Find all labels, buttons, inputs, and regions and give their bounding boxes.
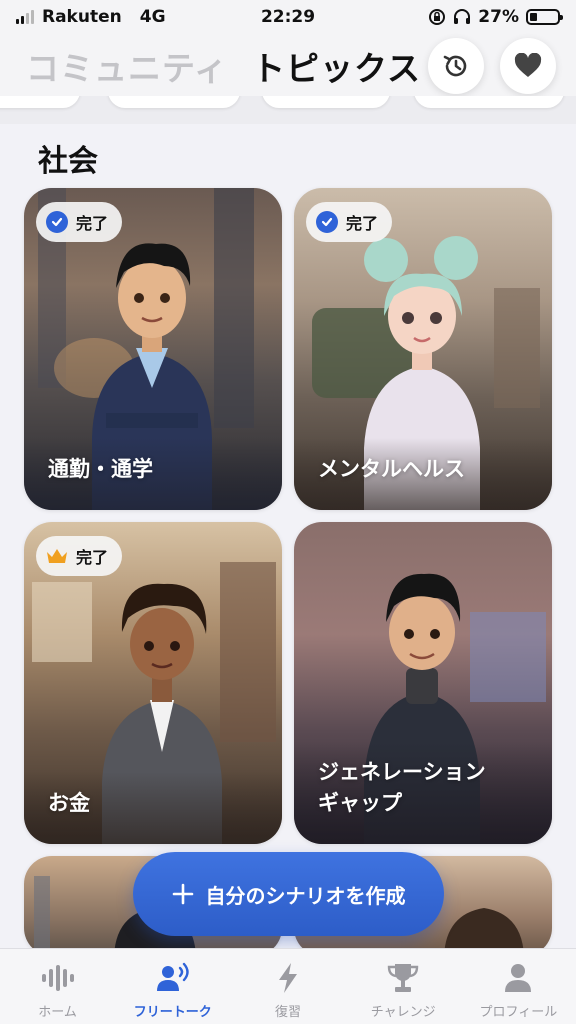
tab-label: ホーム xyxy=(38,1005,77,1020)
crown-icon xyxy=(47,549,67,563)
history-button[interactable] xyxy=(428,38,484,94)
card-label: お金 xyxy=(48,790,90,815)
plus-icon xyxy=(172,883,193,905)
badge-label: 完了 xyxy=(76,214,109,233)
network-type: 4G xyxy=(139,7,166,27)
topic-card-mental-health[interactable]: 完了 メンタルヘルス xyxy=(294,188,552,510)
tab-profile[interactable]: プロフィール xyxy=(461,949,576,1024)
signal-icon xyxy=(16,10,34,24)
category-chip[interactable] xyxy=(0,96,80,108)
tab-home[interactable]: ホーム xyxy=(0,949,115,1024)
card-label: メンタルヘルス xyxy=(318,456,465,481)
completion-badge: 完了 xyxy=(306,202,393,242)
card-label-line: ギャップ xyxy=(318,790,402,815)
favorite-button[interactable] xyxy=(500,38,556,94)
card-label: ジェネレーション ギャップ xyxy=(318,757,538,818)
header: コミュニティ トピックス xyxy=(0,34,576,96)
card-label: 通勤・通学 xyxy=(48,456,153,481)
check-icon xyxy=(46,211,68,233)
category-chip-strip xyxy=(0,96,576,124)
clock: 22:29 xyxy=(260,7,316,27)
status-bar: Rakuten 4G 22:29 27% xyxy=(0,0,576,34)
battery-icon xyxy=(526,9,563,25)
badge-label: 完了 xyxy=(76,548,109,567)
person-icon xyxy=(505,964,532,992)
status-right: 27% xyxy=(350,7,563,27)
create-scenario-button[interactable]: 自分のシナリオを作成 xyxy=(133,852,444,936)
tab-label: プロフィール xyxy=(479,1005,558,1020)
status-left: Rakuten 4G xyxy=(16,7,226,27)
check-icon xyxy=(316,211,338,233)
topic-card-generation-gap[interactable]: ジェネレーション ギャップ xyxy=(294,522,552,844)
lightning-icon xyxy=(279,963,297,993)
section-title: 社会 xyxy=(38,144,98,179)
waveform-icon xyxy=(41,965,74,991)
tab-label: フリートーク xyxy=(133,1005,212,1020)
tab-label: チャレンジ xyxy=(370,1005,436,1020)
heart-icon xyxy=(514,53,542,77)
create-scenario-label: 自分のシナリオを作成 xyxy=(205,883,406,908)
tab-topics[interactable]: トピックス xyxy=(252,42,421,90)
tab-bar: ホーム フリートーク 復習 チャレンジ プロフィール xyxy=(0,948,576,1024)
topic-card-money[interactable]: 完了 お金 xyxy=(24,522,282,844)
category-chip[interactable] xyxy=(414,96,564,108)
category-chip[interactable] xyxy=(108,96,240,108)
tab-review[interactable]: 復習 xyxy=(230,949,345,1024)
headphones-icon xyxy=(454,9,471,24)
orientation-lock-icon xyxy=(429,9,446,25)
category-chip[interactable] xyxy=(262,96,390,108)
card-label-line: ジェネレーション xyxy=(318,760,486,785)
tab-challenge[interactable]: チャレンジ xyxy=(346,949,461,1024)
tab-free-talk[interactable]: フリートーク xyxy=(115,949,230,1024)
carrier-name: Rakuten xyxy=(42,7,122,27)
speaking-person-icon xyxy=(156,962,189,991)
completion-badge: 完了 xyxy=(36,536,123,576)
badge-label: 完了 xyxy=(346,214,379,233)
trophy-icon xyxy=(388,964,419,992)
tab-community[interactable]: コミュニティ xyxy=(26,42,228,90)
completion-badge: 完了 xyxy=(36,202,123,242)
topic-card-commute[interactable]: 完了 通勤・通学 xyxy=(24,188,282,510)
history-icon xyxy=(443,55,467,77)
battery-percent: 27% xyxy=(478,7,519,27)
tab-label: 復習 xyxy=(275,1005,302,1020)
